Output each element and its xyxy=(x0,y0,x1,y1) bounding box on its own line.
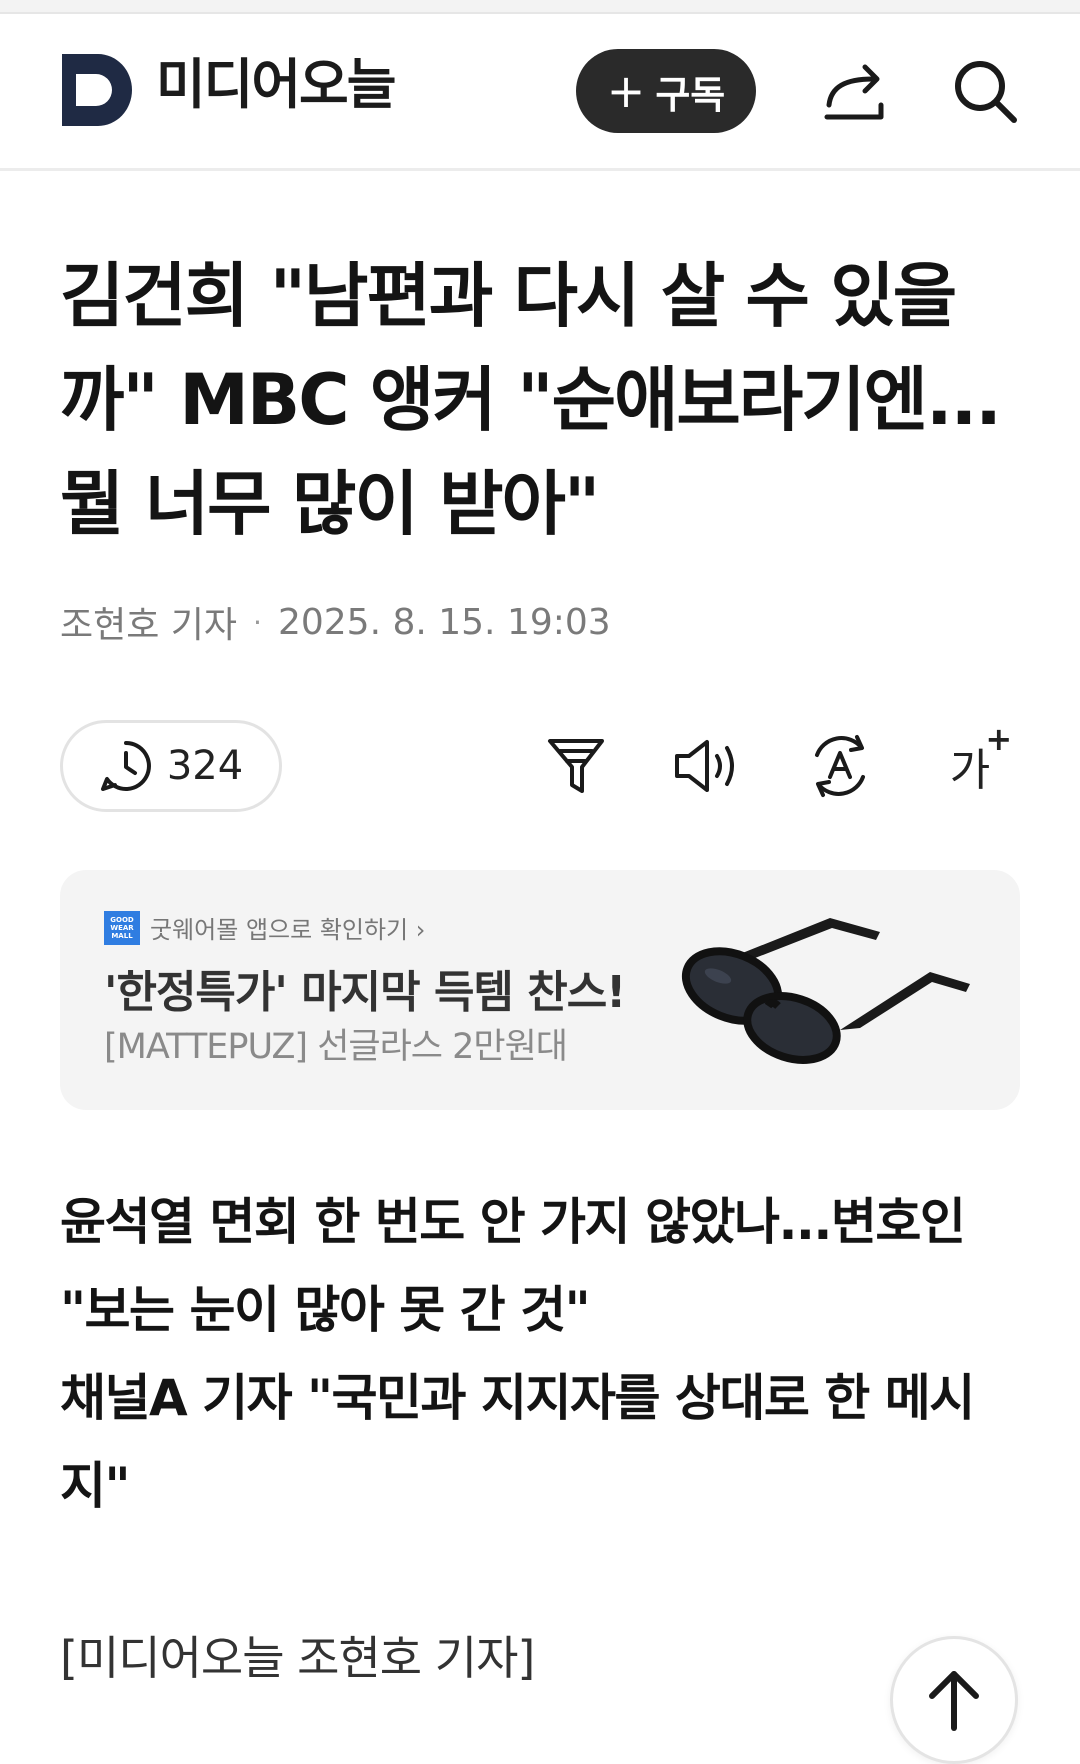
translate-a-icon xyxy=(815,735,865,797)
sub-headline-line-1: 윤석열 면회 한 번도 안 가지 않았나...변호인 "보는 눈이 많아 못 간… xyxy=(60,1193,966,1339)
ad-brand-row[interactable]: GOOD WEAR MALL 굿웨어몰 앱으로 확인하기 › xyxy=(104,910,425,945)
font-size-icon: 가 + xyxy=(949,720,1013,796)
ad-banner[interactable]: GOOD WEAR MALL 굿웨어몰 앱으로 확인하기 › '한정특가' 마지… xyxy=(60,870,1020,1110)
subscribe-label: 구독 xyxy=(655,72,726,117)
ad-title: '한정특가' 마지막 득템 찬스! xyxy=(104,967,626,1018)
article-sub-headline: 윤석열 면회 한 번도 안 가지 않았나...변호인 "보는 눈이 많아 못 간… xyxy=(60,1178,1020,1530)
ad-brand-logo: GOOD WEAR MALL xyxy=(104,910,140,945)
comments-button[interactable]: 324 xyxy=(60,720,282,812)
share-icon xyxy=(824,64,884,120)
comment-count: 324 xyxy=(166,743,244,789)
plus-icon: + xyxy=(606,64,646,118)
ad-brand-link[interactable]: 굿웨어몰 앱으로 확인하기 › xyxy=(150,910,425,945)
share-button[interactable] xyxy=(818,54,894,130)
logo-icon[interactable] xyxy=(62,54,132,126)
byline-separator: · xyxy=(253,605,262,639)
article-headline: 김건희 "남편과 다시 살 수 있을까" MBC 앵커 "순애보라기엔... 뭘… xyxy=(60,255,1002,545)
scroll-top-button[interactable] xyxy=(890,1636,1018,1764)
filter-button[interactable] xyxy=(536,726,616,806)
site-logo-text[interactable]: 미디어오늘 xyxy=(156,58,396,112)
sub-headline-line-2: 채널A 기자 "국민과 지지자를 상대로 한 메시지" xyxy=(60,1369,975,1515)
reporter-name[interactable]: 조현호 기자 xyxy=(60,596,237,648)
audio-button[interactable] xyxy=(668,726,748,806)
byline: 조현호 기자 · 2025. 8. 15. 19:03 xyxy=(60,596,611,648)
subscribe-button[interactable]: + 구독 xyxy=(576,49,756,133)
arrow-up-icon xyxy=(929,1671,979,1731)
speaker-icon xyxy=(675,740,734,792)
translate-button[interactable] xyxy=(800,726,880,806)
site-header: 미디어오늘 + 구독 xyxy=(0,14,1080,171)
ad-subtitle: [MATTEPUZ] 선글라스 2만원대 xyxy=(104,1027,568,1067)
publish-datetime: 2025. 8. 15. 19:03 xyxy=(277,601,611,643)
funnel-icon xyxy=(548,739,604,793)
reporter-tag: [미디어오늘 조현호 기자] xyxy=(60,1631,535,1685)
sunglasses-image xyxy=(681,918,970,1064)
search-icon xyxy=(955,61,1017,123)
status-strip xyxy=(0,0,1080,14)
search-button[interactable] xyxy=(948,54,1024,130)
clock-comment-icon xyxy=(100,741,151,791)
font-size-button[interactable]: 가 + xyxy=(930,720,1013,806)
